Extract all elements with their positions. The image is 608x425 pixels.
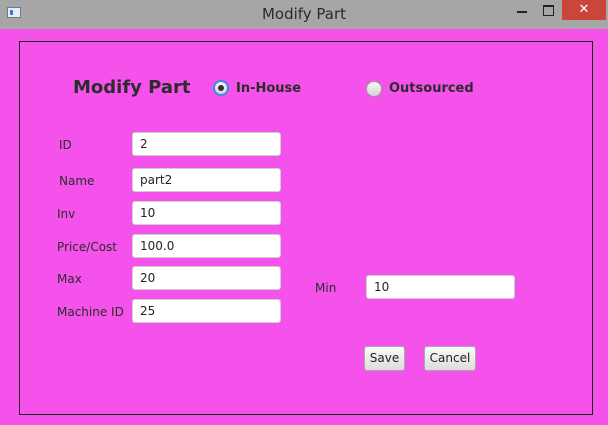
id-field[interactable]: 2 — [132, 132, 281, 156]
min-label: Min — [315, 281, 337, 295]
outsourced-radio[interactable] — [366, 81, 382, 97]
inhouse-radio-label[interactable]: In-House — [236, 81, 301, 96]
inv-field[interactable]: 10 — [132, 201, 281, 225]
maximize-button[interactable] — [535, 0, 562, 20]
price-field[interactable]: 100.0 — [132, 234, 281, 258]
inv-label: Inv — [57, 207, 76, 221]
inhouse-radio[interactable] — [213, 80, 229, 96]
cancel-button[interactable]: Cancel — [424, 346, 476, 371]
minimize-icon — [517, 11, 527, 13]
max-field[interactable]: 20 — [132, 266, 281, 290]
id-label: ID — [59, 138, 72, 152]
machine-id-label: Machine ID — [57, 305, 124, 319]
max-label: Max — [57, 272, 82, 286]
min-field[interactable]: 10 — [366, 275, 515, 299]
name-field[interactable]: part2 — [132, 168, 281, 192]
name-label: Name — [59, 174, 95, 188]
outsourced-radio-label[interactable]: Outsourced — [389, 81, 474, 96]
price-label: Price/Cost — [57, 240, 117, 254]
modify-part-window: Modify Part ✕ Modify Part In-House Outso… — [0, 0, 608, 425]
machine-id-field[interactable]: 25 — [132, 299, 281, 323]
save-button[interactable]: Save — [364, 346, 405, 371]
minimize-button[interactable] — [509, 0, 535, 20]
title-bar[interactable]: Modify Part ✕ — [0, 0, 608, 29]
maximize-icon — [543, 5, 554, 16]
page-title: Modify Part — [73, 77, 191, 98]
close-button[interactable]: ✕ — [562, 0, 606, 20]
close-icon: ✕ — [578, 2, 590, 17]
